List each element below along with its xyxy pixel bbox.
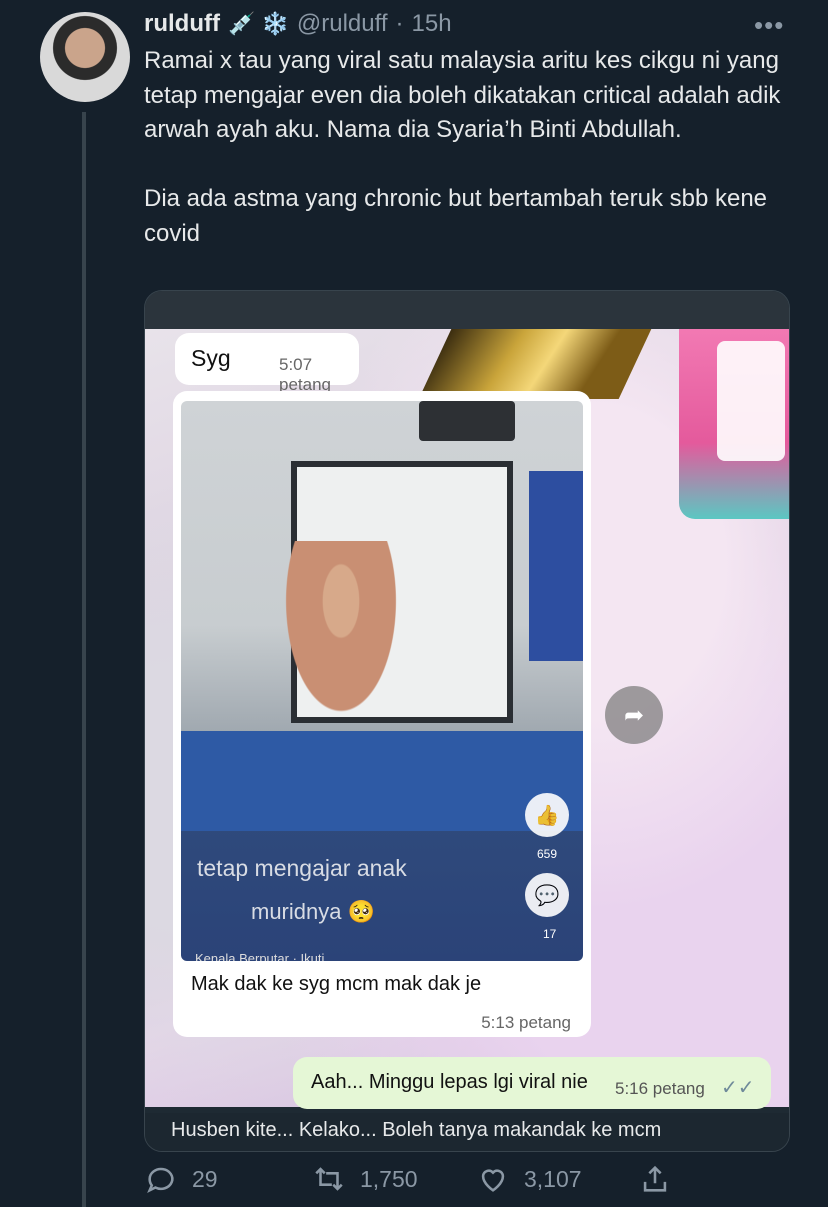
chat-time: 5:16 petang	[615, 1079, 705, 1098]
separator: ·	[395, 10, 404, 37]
tweet-header: rulduff 💉 ❄️ @rulduff · 15h	[144, 6, 452, 42]
timestamp[interactable]: 15h	[412, 10, 452, 38]
chat-caption: Mak dak ke syg mcm mak dak je	[191, 973, 482, 995]
more-options-icon[interactable]: •••	[754, 10, 784, 41]
chat-time: 5:07 petang	[279, 355, 331, 394]
media-top-bar	[145, 291, 789, 329]
reply-button[interactable]: 29	[144, 1162, 218, 1196]
media-caption-bar: Husben kite... Kelako... Boleh tanya mak…	[145, 1113, 789, 1151]
video-like-count: 659	[537, 847, 558, 861]
chat-bubble-syg: Syg 5:07 petang	[175, 333, 359, 394]
share-button[interactable]	[638, 1162, 672, 1196]
comment-icon: 💬	[525, 873, 569, 917]
chat-time: 5:13 petang	[481, 1013, 571, 1032]
perfume-label	[717, 341, 785, 461]
avatar[interactable]	[40, 12, 130, 102]
heart-icon	[481, 1169, 505, 1192]
retweet-count: 1,750	[360, 1165, 418, 1192]
like-button[interactable]: 3,107	[476, 1162, 582, 1196]
tweet-actions: 29 1,750 3,107	[144, 1162, 784, 1202]
desk	[181, 731, 583, 831]
display-name[interactable]: rulduff	[144, 10, 220, 38]
tweet-media[interactable]: Syg 5:07 petang tetap mengajar anak muri…	[144, 290, 790, 1152]
chat-bubble-reply: Aah... Minggu lepas lgi viral nie 5:16 p…	[293, 1057, 771, 1109]
user-handle[interactable]: @rulduff	[297, 10, 388, 38]
media-caption: Husben kite... Kelako... Boleh tanya mak…	[171, 1119, 662, 1141]
video-caption-line1: tetap mengajar anak	[197, 855, 407, 881]
video-caption-line2: muridnya 🥺	[251, 899, 375, 924]
reply-icon	[147, 1167, 174, 1194]
share-arrow-icon: ➦	[605, 686, 663, 744]
chat-message: Aah... Minggu lepas lgi viral nie	[311, 1071, 588, 1093]
tweet-text: Ramai x tau yang viral satu malaysia ari…	[144, 47, 781, 247]
chat-sender-name: Syg	[191, 345, 231, 371]
video-screenshot: tetap mengajar anak muridnya 🥺 👍 659 💬 1…	[181, 401, 583, 961]
video-comment-count: 17	[543, 927, 557, 941]
projector	[419, 401, 515, 441]
video-footer: Kenala Berputar · Ikuti	[195, 951, 325, 961]
chat-bubble-video: tetap mengajar anak muridnya 🥺 👍 659 💬 1…	[173, 391, 591, 1037]
retweet-button[interactable]: 1,750	[312, 1162, 418, 1196]
reply-count: 29	[192, 1165, 218, 1192]
thread-line	[82, 112, 86, 1207]
wall-board	[529, 471, 583, 661]
gold-tube	[418, 329, 652, 399]
share-icon	[643, 1165, 667, 1192]
name-emojis: 💉 ❄️	[227, 11, 289, 36]
teacher-figure	[271, 541, 411, 741]
retweet-icon	[315, 1167, 343, 1191]
like-count: 3,107	[524, 1165, 582, 1192]
double-check-icon: ✓✓	[721, 1077, 755, 1099]
thumbs-up-icon: 👍	[525, 793, 569, 837]
